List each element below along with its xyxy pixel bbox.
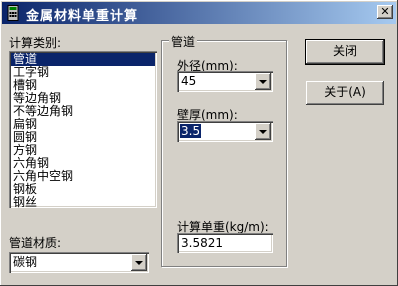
pipe-group-title: 管道 bbox=[169, 33, 198, 50]
window-title: 金属材料单重计算 bbox=[26, 9, 139, 24]
chevron-down-icon[interactable] bbox=[255, 123, 271, 140]
unit-weight-field[interactable]: 3.5821 bbox=[177, 233, 273, 253]
chevron-down-icon[interactable] bbox=[255, 73, 271, 90]
outer-diameter-value: 45 bbox=[181, 74, 197, 88]
about-button[interactable]: 关于(A) bbox=[306, 81, 384, 105]
close-icon: ✕ bbox=[380, 5, 390, 18]
calc-type-listbox[interactable]: 管道 工字钢 槽钢 等边角钢 不等边角钢 扁钢 圆钢 方钢 六角钢 六角中空钢 钢板 钢丝 bbox=[9, 51, 157, 208]
wall-thickness-select[interactable]: 3.5 bbox=[177, 121, 273, 142]
app-window: 金属材料单重计算 ✕ 计算类别: 管道 工字钢 槽钢 等边角钢 不等边角钢 扁钢 圆钢 方钢六… bbox=[0, 0, 398, 286]
calculator-icon bbox=[7, 5, 19, 21]
close-button[interactable]: 关闭 bbox=[305, 39, 385, 65]
material-label: 管道材质: bbox=[9, 236, 62, 250]
close-window-button[interactable]: ✕ bbox=[377, 5, 393, 19]
wall-thickness-value: 3.5 bbox=[180, 124, 202, 138]
material-value: 碳钢 bbox=[13, 255, 38, 269]
list-item[interactable]: 钢丝 bbox=[11, 196, 155, 209]
title-bar[interactable]: 金属材料单重计算 ✕ bbox=[2, 2, 396, 24]
chevron-down-icon[interactable] bbox=[131, 254, 147, 271]
material-select[interactable]: 碳钢 bbox=[9, 252, 149, 273]
unit-weight-value: 3.5821 bbox=[181, 236, 223, 250]
outer-diameter-select[interactable]: 45 bbox=[177, 71, 273, 92]
calc-type-label: 计算类别: bbox=[9, 36, 62, 50]
